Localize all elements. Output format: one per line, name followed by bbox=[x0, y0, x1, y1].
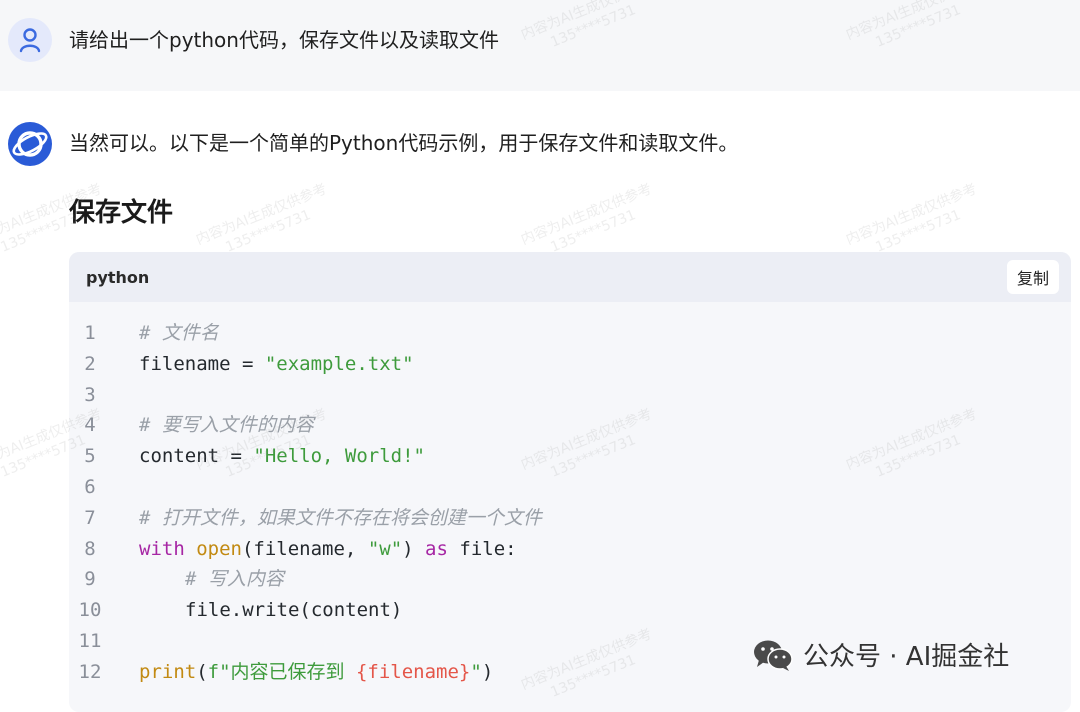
code-line: 1 # 文件名 bbox=[69, 318, 1071, 349]
copy-button[interactable]: 复制 bbox=[1006, 260, 1059, 294]
code-language-label: python bbox=[86, 267, 150, 287]
assistant-avatar bbox=[7, 121, 53, 167]
code-token: ( bbox=[196, 660, 208, 683]
code-header: python 复制 bbox=[69, 252, 1071, 302]
code-line: 10 file.write(content) bbox=[69, 595, 1071, 626]
code-token: (filename, bbox=[241, 537, 368, 560]
code-token: # 文件名 bbox=[139, 322, 219, 344]
user-avatar bbox=[8, 18, 52, 62]
code-text: content = "Hello, World!" bbox=[111, 441, 425, 472]
code-line: 4 # 要写入文件的内容 bbox=[69, 410, 1071, 441]
code-token: "example.txt" bbox=[264, 352, 414, 375]
code-token: # 打开文件，如果文件不存在将会创建一个文件 bbox=[139, 506, 542, 529]
line-number: 10 bbox=[78, 599, 102, 622]
line-number: 5 bbox=[84, 445, 96, 468]
code-line: 9 # 写入内容 bbox=[69, 564, 1071, 595]
line-number: 11 bbox=[78, 629, 102, 652]
code-line: 7 # 打开文件，如果文件不存在将会创建一个文件 bbox=[69, 503, 1071, 534]
code-token: open bbox=[196, 537, 242, 560]
source-mark: 公众号 · AI掘金社 bbox=[753, 636, 1009, 673]
code-text: # 写入内容 bbox=[111, 564, 284, 595]
line-number: 6 bbox=[84, 475, 96, 498]
code-token: "Hello, World!" bbox=[253, 445, 425, 468]
line-number: 12 bbox=[78, 660, 102, 683]
code-token: as bbox=[425, 537, 448, 560]
code-text: # 要写入文件的内容 bbox=[111, 410, 314, 441]
line-number: 8 bbox=[84, 537, 96, 560]
line-number: 4 bbox=[84, 414, 96, 437]
code-token: " bbox=[470, 660, 482, 683]
source-mark-text: 公众号 · AI掘金社 bbox=[803, 642, 1010, 672]
wechat-icon bbox=[754, 640, 793, 671]
code-token: print bbox=[139, 660, 197, 683]
code-text: file.write(content) bbox=[111, 595, 402, 626]
code-token: # 要写入文件的内容 bbox=[139, 414, 314, 437]
code-text: # 文件名 bbox=[111, 318, 219, 349]
code-line: 5 content = "Hello, World!" bbox=[69, 441, 1071, 472]
code-text: with open(filename, "w") as file: bbox=[111, 534, 517, 565]
user-message: 请给出一个python代码，保存文件以及读取文件 bbox=[0, 0, 1080, 91]
code-token: with bbox=[139, 537, 185, 560]
user-message-text: 请给出一个python代码，保存文件以及读取文件 bbox=[69, 28, 499, 52]
code-token: "w" bbox=[367, 537, 403, 560]
code-text: # 打开文件，如果文件不存在将会创建一个文件 bbox=[111, 503, 542, 534]
line-number: 7 bbox=[84, 506, 96, 529]
code-token: ) bbox=[402, 537, 426, 560]
code-text: print(f"内容已保存到 {filename}") bbox=[111, 657, 493, 688]
code-line: 8 with open(filename, "w") as file: bbox=[69, 534, 1071, 565]
code-line: 3 bbox=[69, 380, 1071, 411]
code-body: 1 # 文件名 2 filename = "example.txt" 3 4 # 要写入文件… bbox=[69, 302, 1071, 688]
user-icon bbox=[19, 28, 41, 53]
line-number: 9 bbox=[84, 568, 96, 591]
code-token: # 写入内容 bbox=[185, 568, 284, 591]
code-text: filename = "example.txt" bbox=[111, 349, 414, 380]
code-token: ) bbox=[481, 660, 494, 683]
section-heading: 保存文件 bbox=[69, 198, 174, 228]
code-line: 2 filename = "example.txt" bbox=[69, 349, 1071, 380]
code-token: file.write(content) bbox=[185, 599, 403, 622]
code-token: {filename} bbox=[355, 660, 471, 683]
assistant-intro-text: 当然可以。以下是一个简单的Python代码示例，用于保存文件和读取文件。 bbox=[69, 131, 739, 155]
code-token: f"内容已保存到 bbox=[207, 660, 356, 683]
code-line: 6 bbox=[69, 472, 1071, 503]
line-number: 1 bbox=[84, 322, 96, 344]
code-token: content = bbox=[139, 445, 254, 468]
code-token: file: bbox=[447, 537, 517, 560]
line-number: 2 bbox=[84, 352, 96, 375]
code-token: filename = bbox=[139, 352, 265, 375]
line-number: 3 bbox=[84, 383, 96, 406]
assistant-logo-icon bbox=[8, 122, 52, 166]
